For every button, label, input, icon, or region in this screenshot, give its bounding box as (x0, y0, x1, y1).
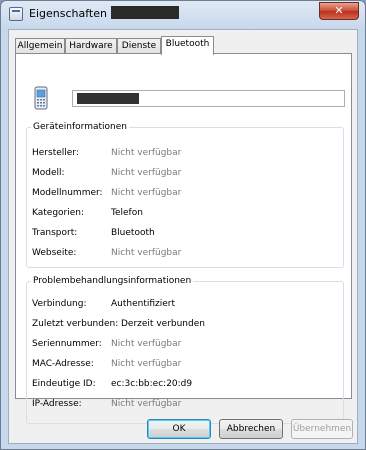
ok-button[interactable]: OK (147, 419, 211, 439)
tab-allgemein[interactable]: Allgemein (15, 38, 65, 54)
field-label: Modellnummer: (32, 188, 103, 198)
tab-dienste[interactable]: Dienste (117, 38, 161, 54)
device-name-field[interactable] (72, 90, 345, 107)
device-info-title: Geräteinformationen (33, 122, 127, 132)
field-value: Nicht verfügbar (111, 148, 182, 158)
properties-icon (9, 7, 23, 21)
field-value: Bluetooth (111, 228, 155, 238)
tab-label: Allgemein (17, 41, 63, 51)
field-value: Authentifiziert (111, 299, 176, 309)
field-value: Nicht verfügbar (111, 248, 182, 258)
field-label: Hersteller: (32, 148, 79, 158)
field-label: Eindeutige ID: (32, 379, 96, 389)
field-value: Nicht verfügbar (111, 399, 182, 409)
field-label: Transport: (32, 228, 78, 238)
apply-button[interactable]: Übernehmen (291, 419, 353, 439)
mobile-phone-icon (34, 86, 48, 110)
tab-hardware[interactable]: Hardware (65, 38, 117, 54)
field-value: Nicht verfügbar (111, 188, 182, 198)
field-label: Webseite: (32, 248, 77, 258)
bluetooth-tab-panel: Geräteinformationen Hersteller: Nicht ve… (15, 53, 352, 424)
field-value: Nicht verfügbar (111, 339, 182, 349)
tab-label: Dienste (121, 41, 157, 51)
field-label: IP-Adresse: (32, 399, 82, 409)
field-value: Nicht verfügbar (111, 359, 182, 369)
troubleshooting-info-title: Problembehandlungsinformationen (33, 276, 192, 286)
title-bar[interactable]: Eigenschaften von ✕ (1, 1, 365, 27)
field-value: Nicht verfügbar (111, 168, 182, 178)
field-label: Modell: (32, 168, 65, 178)
tab-label: Hardware (69, 41, 113, 51)
close-icon: ✕ (334, 4, 344, 17)
tab-bluetooth[interactable]: Bluetooth (161, 36, 214, 55)
field-label: Zuletzt verbunden: (32, 319, 119, 329)
redacted-device-name (77, 93, 139, 104)
dialog-body: Allgemein Hardware Dienste Bluetooth Ger… (8, 29, 358, 444)
field-label: Seriennummer: (32, 339, 102, 349)
field-label: MAC-Adresse: (32, 359, 94, 369)
field-value: ec:3c:bb:ec:20:d9 (111, 379, 193, 389)
properties-window: Eigenschaften von ✕ Allgemein Hardware D… (0, 0, 366, 450)
cancel-button[interactable]: Abbrechen (219, 419, 283, 439)
redacted-device-name (111, 6, 179, 19)
field-label: Verbindung: (32, 299, 87, 309)
field-label: Kategorien: (32, 208, 85, 218)
field-value: Telefon (111, 208, 143, 218)
close-button[interactable]: ✕ (319, 2, 359, 20)
field-value: Derzeit verbunden (121, 319, 205, 329)
tab-label: Bluetooth (165, 39, 210, 49)
